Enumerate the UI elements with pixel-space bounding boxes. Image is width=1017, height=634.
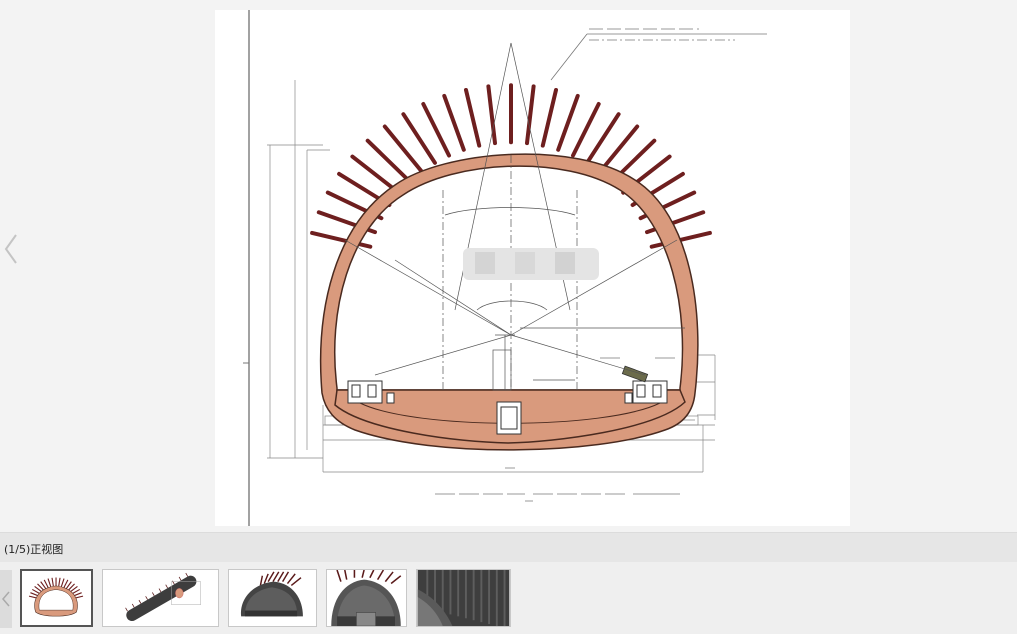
construction-lines bbox=[344, 42, 685, 391]
rock-bolt bbox=[525, 84, 536, 146]
tunnel-front-thumbnail bbox=[22, 571, 91, 625]
prev-image-button[interactable] bbox=[2, 232, 20, 266]
chevron-left-icon bbox=[2, 591, 10, 607]
title-block-lines bbox=[435, 493, 680, 502]
rock-bolt bbox=[556, 93, 580, 152]
tunnel-iso-short-thumbnail bbox=[229, 570, 316, 626]
rock-bolt bbox=[540, 88, 558, 148]
rock-bolt bbox=[442, 93, 466, 152]
rock-bolt bbox=[464, 88, 482, 148]
thumb-iso-long[interactable] bbox=[102, 569, 219, 627]
caption-bar: (1/5)正视图 bbox=[0, 532, 1017, 563]
tunnel-iso-close-thumbnail bbox=[327, 570, 406, 626]
thumb-detail[interactable] bbox=[416, 569, 511, 627]
thumbnail-prev-button[interactable] bbox=[0, 570, 12, 628]
tunnel-detail-thumbnail bbox=[417, 570, 510, 626]
equipment-block bbox=[621, 365, 649, 383]
thumb-front-view[interactable] bbox=[20, 569, 93, 627]
chevron-left-icon bbox=[4, 234, 17, 264]
image-caption: (1/5)正视图 bbox=[4, 543, 64, 556]
image-viewer bbox=[0, 0, 1017, 532]
annotation-leaders bbox=[550, 28, 767, 81]
drawing-page bbox=[215, 10, 850, 526]
tunnel-iso-long-thumbnail bbox=[104, 570, 217, 626]
thumb-iso-close[interactable] bbox=[326, 569, 407, 627]
tunnel-cross-section-drawing bbox=[243, 10, 767, 526]
thumbnail-strip bbox=[0, 562, 1017, 634]
thumb-iso-short[interactable] bbox=[228, 569, 317, 627]
